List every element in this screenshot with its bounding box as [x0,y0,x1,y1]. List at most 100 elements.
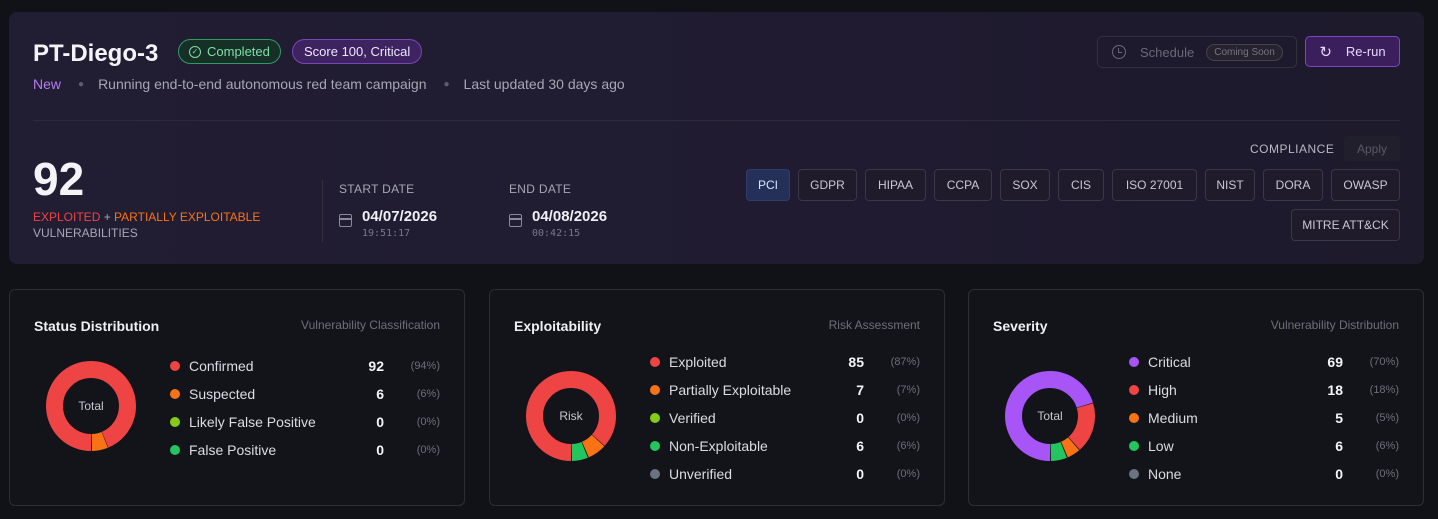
start-date-label: START DATE [339,182,415,196]
legend-value: 5 [1335,410,1343,426]
exploited-text: EXPLOITED [33,210,101,224]
chip-cis[interactable]: CIS [1058,169,1104,201]
legend-item: Unverified 0 (0%) [650,464,920,484]
legend-dot [650,357,660,367]
legend-label: Confirmed [189,358,254,374]
legend-item: Verified 0 (0%) [650,408,920,428]
legend-percent: (0%) [896,468,920,480]
subtitle-line: New ● Running end-to-end autonomous red … [33,76,625,92]
legend-label: Suspected [189,386,256,402]
legend-label: Non-Exploitable [669,438,768,454]
separator-dot: ● [78,78,85,90]
legend-item: Confirmed 92 (94%) [170,356,440,376]
apply-button[interactable]: Apply [1344,136,1400,161]
card-title: Exploitability [514,318,602,334]
status-badge-label: Completed [207,44,270,59]
donut-center-label: Total [78,399,104,413]
compliance-label: COMPLIANCE [1250,142,1335,156]
legend-item: False Positive 0 (0%) [170,440,440,460]
last-updated: Last updated 30 days ago [463,76,625,92]
legend-item: Critical 69 (70%) [1129,352,1399,372]
legend-label: Exploited [669,354,727,370]
legend-dot [1129,469,1139,479]
score-badge: Score 100, Critical [292,39,423,64]
vertical-divider [322,180,323,242]
chip-pci[interactable]: PCI [746,169,790,201]
legend-dot [1129,441,1139,451]
legend-item: High 18 (18%) [1129,380,1399,400]
legend-dot [170,389,180,399]
legend-value: 69 [1327,354,1343,370]
legend-item: None 0 (0%) [1129,464,1399,484]
card-title: Severity [993,318,1048,334]
legend-dot [650,385,660,395]
clock-icon [1112,45,1126,59]
legend-percent: (0%) [1375,468,1399,480]
legend-dot [650,413,660,423]
chip-gdpr[interactable]: GDPR [798,169,857,201]
exploited-label: EXPLOITED + PARTIALLY EXPLOITABLE [33,210,260,224]
legend-dot [650,469,660,479]
refresh-icon: ↻ [1319,43,1332,61]
start-date: 04/07/2026 [362,208,438,225]
legend-value: 18 [1327,382,1343,398]
chip-dora[interactable]: DORA [1263,169,1323,201]
legend-value: 0 [856,410,864,426]
legend-value: 6 [856,438,864,454]
status-distribution-card: Status Distribution Vulnerability Classi… [9,289,465,506]
legend-value: 0 [1335,466,1343,482]
legend-item: Medium 5 (5%) [1129,408,1399,428]
coming-soon-badge: Coming Soon [1206,43,1283,61]
donut-center-label: Total [1037,409,1063,423]
legend-percent: (70%) [1369,356,1399,368]
end-date-label: END DATE [509,182,572,196]
legend-percent: (6%) [1375,440,1399,452]
legend-label: High [1148,382,1177,398]
calendar-icon [339,214,352,227]
chip-mitre-attack[interactable]: MITRE ATT&CK [1291,209,1400,241]
legend-item: Likely False Positive 0 (0%) [170,412,440,432]
rerun-label: Re-run [1345,44,1386,59]
chip-iso-27001[interactable]: ISO 27001 [1112,169,1197,201]
exploitability-card: Exploitability Risk Assessment Risk Expl… [489,289,945,506]
status-badge: ✓ Completed [178,39,281,64]
chip-nist[interactable]: NIST [1205,169,1255,201]
chip-owasp[interactable]: OWASP [1331,169,1400,201]
legend-label: Unverified [669,466,733,482]
card-title: Status Distribution [34,318,160,334]
calendar-icon [509,214,522,227]
vulnerability-count: 92 [33,153,85,205]
legend-value: 7 [856,382,864,398]
legend-dot [1129,413,1139,423]
legend-label: Likely False Positive [189,414,316,430]
chip-ccpa[interactable]: CCPA [934,169,992,201]
legend-value: 6 [1335,438,1343,454]
campaign-description: Running end-to-end autonomous red team c… [98,76,427,92]
chip-sox[interactable]: SOX [1000,169,1050,201]
card-subtitle: Vulnerability Classification [301,318,440,332]
partially-exploitable-text: PARTIALLY EXPLOITABLE [114,210,261,224]
legend-percent: (0%) [416,416,440,428]
new-tag: New [33,76,62,92]
legend-label: Critical [1148,354,1191,370]
divider [33,120,1400,121]
card-subtitle: Vulnerability Distribution [1270,318,1399,332]
rerun-button[interactable]: ↻ Re-run [1305,36,1400,67]
legend-value: 85 [848,354,864,370]
legend-dot [170,445,180,455]
legend-percent: (6%) [896,440,920,452]
legend-label: Partially Exploitable [669,382,792,398]
schedule-button[interactable]: Schedule Coming Soon [1097,36,1297,68]
legend-value: 92 [368,358,384,374]
vulnerabilities-label: VULNERABILITIES [33,226,138,240]
schedule-label: Schedule [1140,44,1195,60]
legend-percent: (87%) [890,356,920,368]
legend-item: Non-Exploitable 6 (6%) [650,436,920,456]
chip-hipaa[interactable]: HIPAA [865,169,926,201]
legend-value: 0 [856,466,864,482]
legend-item: Low 6 (6%) [1129,436,1399,456]
legend-dot [170,361,180,371]
legend-item: Suspected 6 (6%) [170,384,440,404]
legend-label: Low [1148,438,1174,454]
legend-label: False Positive [189,442,277,458]
